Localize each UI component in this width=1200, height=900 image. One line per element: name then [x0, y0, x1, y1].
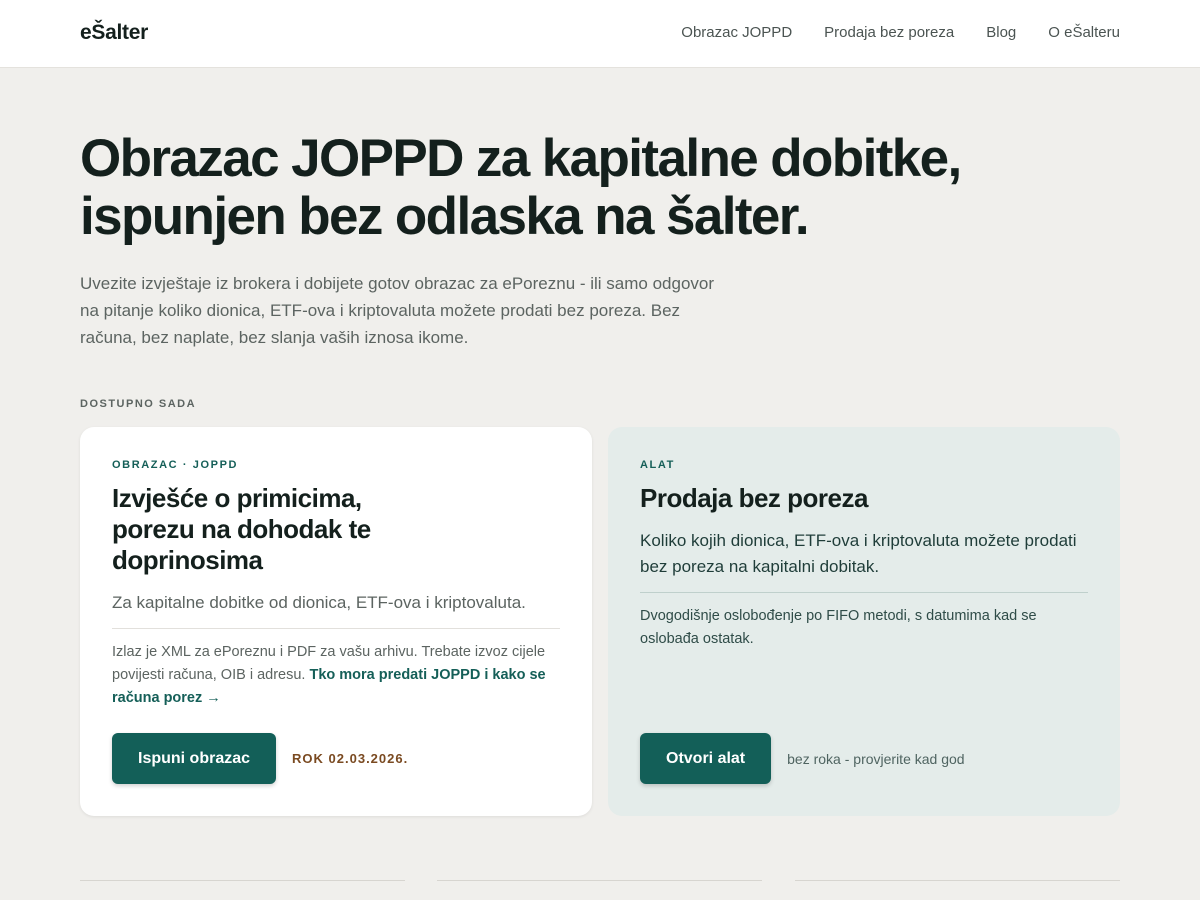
hero-title: Obrazac JOPPD za kapitalne dobitke, ispu… — [80, 130, 1000, 246]
joppd-form-card: OBRAZAC · JOPPD Izvješće o primicima, po… — [80, 427, 592, 816]
card-eyebrow: ALAT — [640, 459, 675, 471]
card-actions: Otvori alat bez roka - provjerite kad go… — [640, 733, 965, 784]
hero-title-line-2: ispunjen bez odlaska na šalter. — [80, 187, 810, 246]
card-actions: Ispuni obrazac ROK 02.03.2026. — [112, 733, 408, 784]
nav-link-joppd[interactable]: Obrazac JOPPD — [681, 24, 792, 41]
card-note: Dvogodišnje oslobođenje po FIFO metodi, … — [640, 608, 1037, 647]
section-label: DOSTUPNO SADA — [80, 398, 197, 410]
card-title: Prodaja bez poreza — [640, 483, 868, 513]
card-divider — [640, 592, 1088, 593]
card-note: Izlaz je XML za ePoreznu i PDF za vašu a… — [112, 641, 560, 710]
no-deadline-label: bez roka - provjerite kad god — [787, 750, 965, 767]
deadline-label: ROK 02.03.2026. — [292, 751, 409, 766]
section-divider — [795, 880, 1120, 881]
nav-link-tax-free-sale[interactable]: Prodaja bez poreza — [824, 24, 954, 41]
section-divider — [437, 880, 762, 881]
section-divider — [80, 880, 405, 881]
card-title: Izvješće o primicima, porezu na dohodak … — [112, 483, 371, 575]
nav-link-about[interactable]: O eŠalteru — [1048, 24, 1120, 41]
card-eyebrow: OBRAZAC · JOPPD — [112, 459, 239, 471]
fill-form-button[interactable]: Ispuni obrazac — [112, 733, 277, 784]
hero-title-line-1: Obrazac JOPPD za kapitalne dobitke, — [80, 129, 962, 188]
tax-free-sale-tool-card: ALAT Prodaja bez poreza Koliko kojih dio… — [608, 427, 1120, 816]
card-divider — [112, 628, 560, 629]
nav-link-blog[interactable]: Blog — [986, 24, 1016, 41]
card-lead: Za kapitalne dobitke od dionica, ETF-ova… — [112, 593, 526, 612]
top-navigation-bar: eŠalter Obrazac JOPPD Prodaja bez poreza… — [0, 0, 1200, 68]
card-lead: Koliko kojih dionica, ETF-ova i kriptova… — [640, 531, 1077, 576]
main-nav: Obrazac JOPPD Prodaja bez poreza Blog O … — [681, 24, 1120, 41]
hero-subtitle: Uvezite izvještaje iz brokera i dobijete… — [80, 274, 715, 347]
open-tool-button[interactable]: Otvori alat — [640, 733, 772, 784]
site-logo[interactable]: eŠalter — [80, 21, 148, 45]
